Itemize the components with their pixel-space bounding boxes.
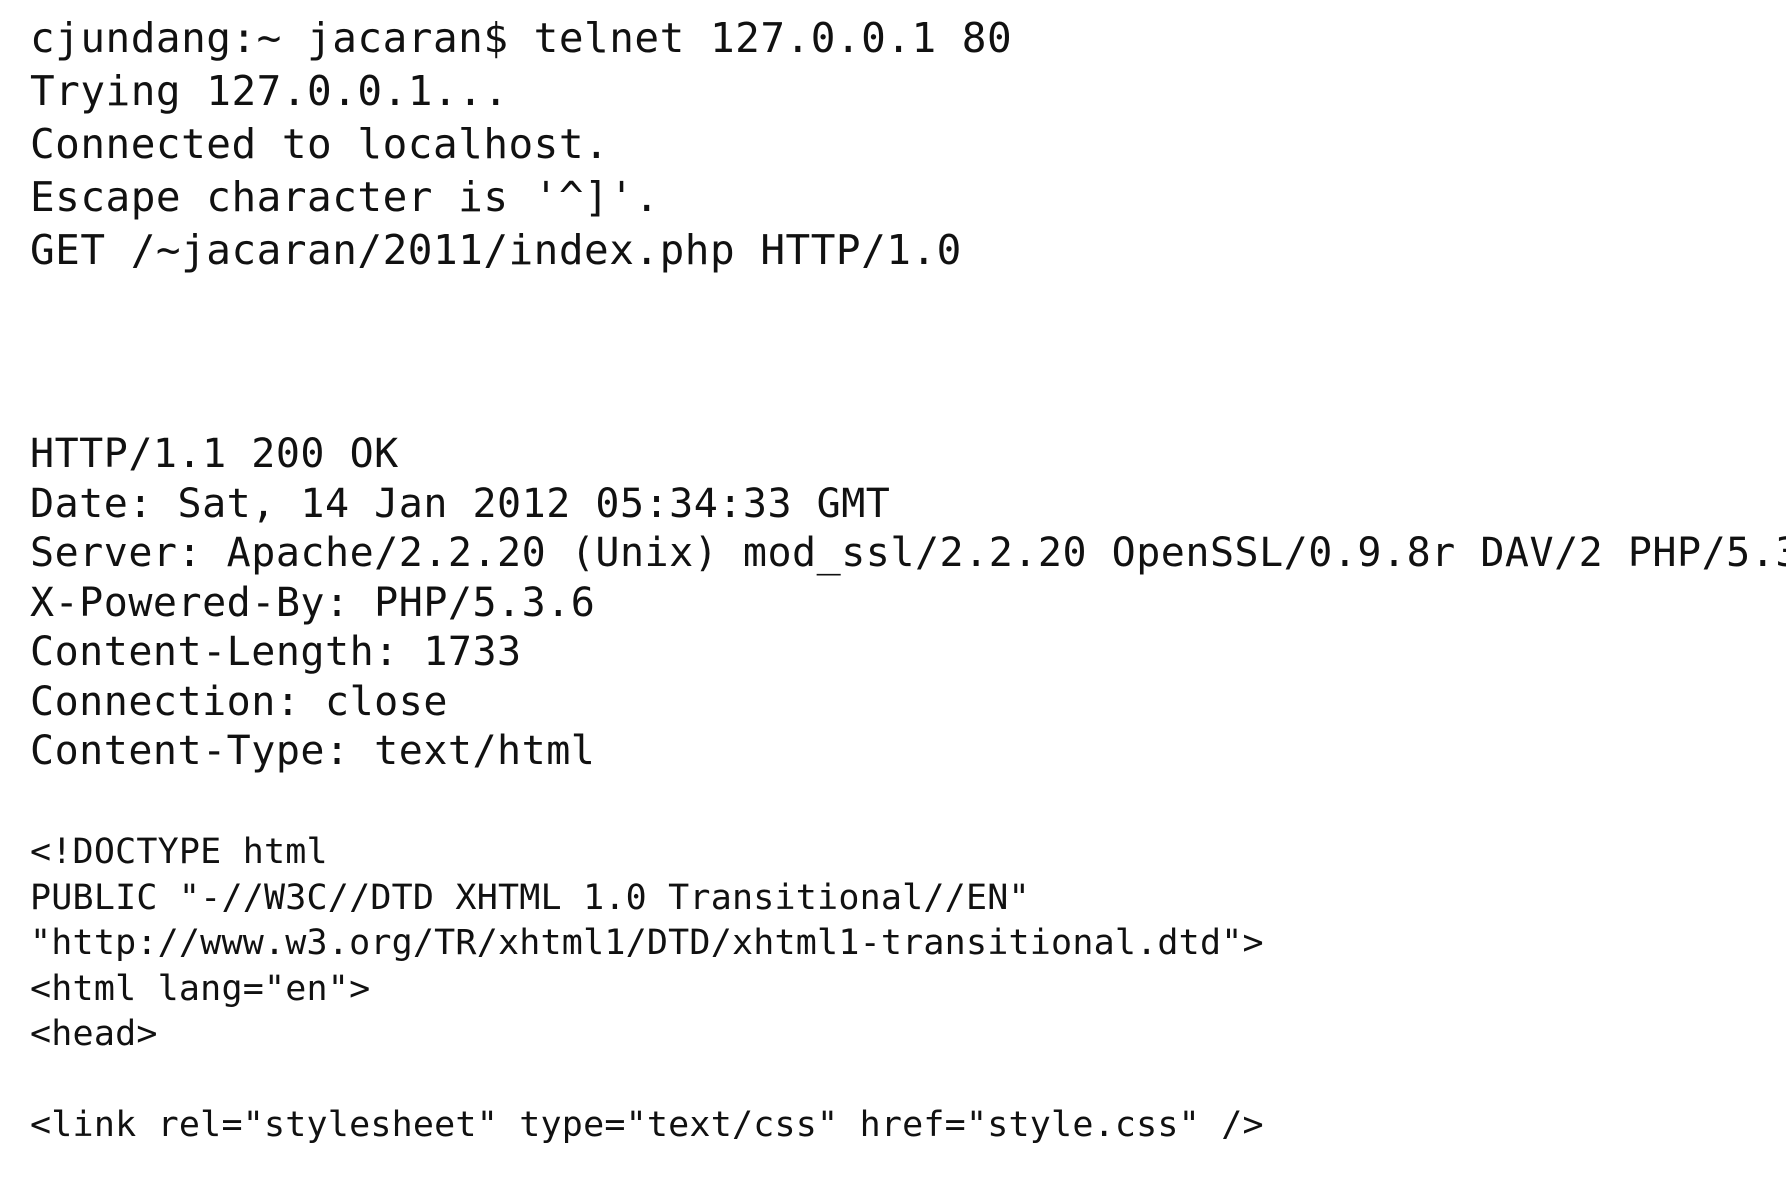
terminal-line: Connected to localhost.: [30, 120, 610, 168]
header-line: HTTP/1.1 200 OK: [30, 431, 399, 477]
http-response-headers: HTTP/1.1 200 OK Date: Sat, 14 Jan 2012 0…: [30, 430, 1786, 777]
body-line: "http://www.w3.org/TR/xhtml1/DTD/xhtml1-…: [30, 923, 1264, 963]
body-line: <!DOCTYPE html: [30, 832, 328, 872]
header-line: Content-Length: 1733: [30, 629, 522, 675]
body-line: <link rel="stylesheet" type="text/css" h…: [30, 1105, 1264, 1145]
terminal-line: GET /~jacaran/2011/index.php HTTP/1.0: [30, 226, 962, 274]
body-line: [30, 1058, 1264, 1104]
terminal-line: Escape character is '^]'.: [30, 173, 660, 221]
header-line: Connection: close: [30, 678, 448, 725]
terminal-line: Trying 127.0.0.1...: [30, 67, 509, 115]
header-line: X-Powered-By: PHP/5.3.6: [30, 579, 596, 626]
header-line: Date: Sat, 14 Jan 2012 05:34:33 GMT: [30, 480, 891, 527]
telnet-session-output: cjundang:~ jacaran$ telnet 127.0.0.1 80 …: [30, 12, 1012, 277]
terminal-line: cjundang:~ jacaran$ telnet 127.0.0.1 80: [30, 14, 1013, 62]
terminal-window[interactable]: cjundang:~ jacaran$ telnet 127.0.0.1 80 …: [0, 0, 1786, 1178]
header-line: Content-Type: text/html: [30, 728, 596, 774]
body-line: <head>: [30, 1014, 158, 1054]
http-response-body: <!DOCTYPE html PUBLIC "-//W3C//DTD XHTML…: [30, 830, 1264, 1149]
body-line: PUBLIC "-//W3C//DTD XHTML 1.0 Transition…: [30, 877, 1030, 918]
header-line: Server: Apache/2.2.20 (Unix) mod_ssl/2.2…: [30, 530, 1786, 576]
body-line: <html lang="en">: [30, 968, 371, 1009]
